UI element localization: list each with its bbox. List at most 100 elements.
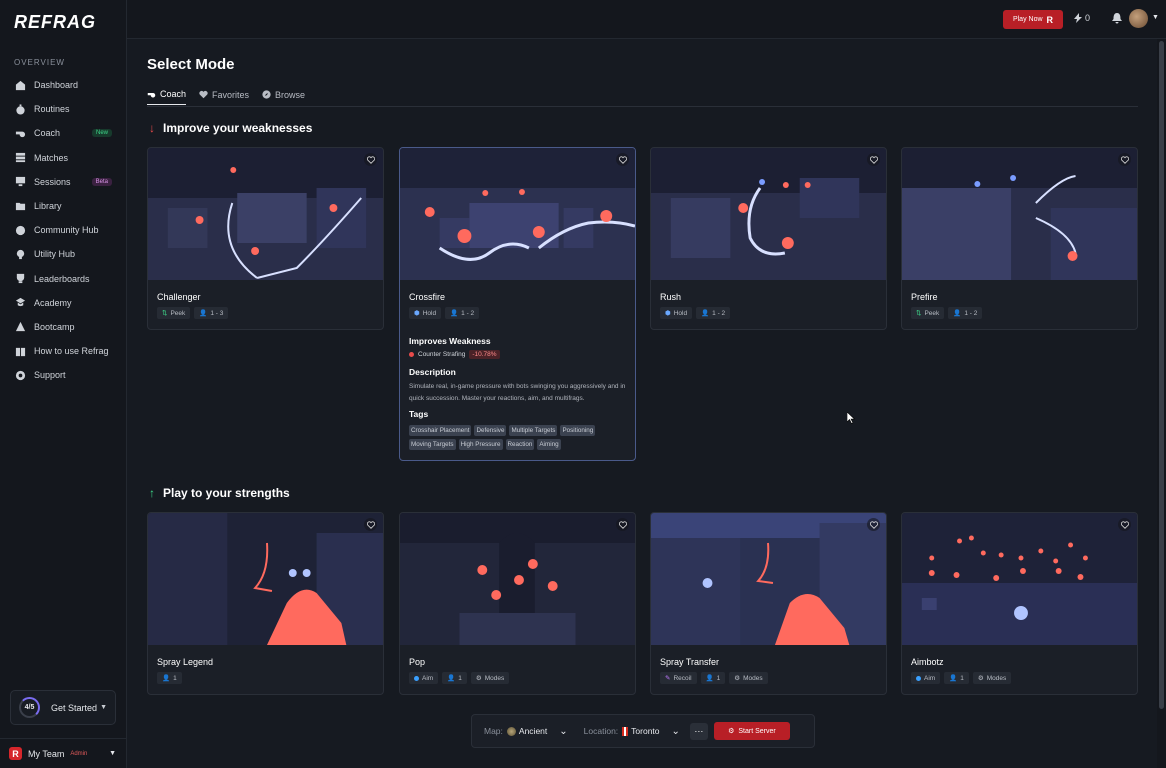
- scrollbar-thumb[interactable]: [1159, 41, 1164, 709]
- favorite-heart-icon[interactable]: [1118, 518, 1131, 531]
- sidebar-item-support[interactable]: Support: [0, 363, 126, 387]
- tab-coach[interactable]: Coach: [147, 89, 187, 105]
- main-content: Select Mode Coach Favorites Browse ↓ Imp…: [127, 39, 1157, 768]
- sidebar-item-label: Routines: [34, 104, 70, 115]
- tag[interactable]: Aiming: [537, 439, 561, 450]
- mode-card-spray-transfer[interactable]: Spray Transfer ✎ Recoil 👤 1 ⚙ Modes: [650, 512, 887, 695]
- chevron-down-icon[interactable]: ▼: [1152, 14, 1159, 21]
- sidebar-item-leaderboards[interactable]: Leaderboards: [0, 267, 126, 291]
- mode-chips: ✎ Recoil 👤 1 ⚙ Modes: [660, 672, 768, 684]
- bell-icon[interactable]: [1112, 13, 1122, 27]
- refrag-logo[interactable]: REFRAG: [14, 12, 96, 33]
- tag-list: Crosshair Placement Defensive Multiple T…: [409, 425, 624, 450]
- tag[interactable]: Moving Targets: [409, 439, 456, 450]
- start-server-button[interactable]: ⚙ Start Server: [713, 722, 790, 740]
- person-icon: 👤: [953, 310, 962, 317]
- chip-label: Hold: [673, 309, 688, 317]
- tag[interactable]: Crosshair Placement: [409, 425, 472, 436]
- chip-label: Peek: [924, 309, 940, 317]
- mode-chips: 👤 1: [157, 672, 182, 684]
- chip-players: 👤 1: [442, 672, 467, 684]
- chip-label: Peek: [170, 309, 186, 317]
- sidebar-item-utility-hub[interactable]: Utility Hub: [0, 242, 126, 266]
- tab-label: Favorites: [212, 89, 250, 100]
- sidebar-item-sessions[interactable]: Sessions Beta: [0, 170, 126, 194]
- tag[interactable]: Reaction: [505, 439, 535, 450]
- page-scrollbar[interactable]: [1157, 39, 1166, 768]
- sidebar-item-label: Matches: [34, 152, 69, 163]
- location-select[interactable]: Toronto: [622, 726, 660, 736]
- compass-icon: [262, 90, 271, 99]
- favorite-heart-icon[interactable]: [1118, 153, 1131, 166]
- book-icon: [15, 346, 26, 357]
- favorite-heart-icon[interactable]: [616, 518, 629, 531]
- mode-card-prefire[interactable]: Prefire ⇅ Peek 👤 1 - 2: [901, 147, 1138, 330]
- map-select[interactable]: Ancient: [506, 726, 547, 736]
- sidebar-item-label: How to use Refrag: [34, 346, 109, 357]
- mode-title: Rush: [660, 292, 682, 302]
- favorite-heart-icon[interactable]: [867, 153, 880, 166]
- sidebar-item-library[interactable]: Library: [0, 194, 126, 218]
- sidebar-item-coach[interactable]: Coach New: [0, 121, 126, 145]
- person-icon: 👤: [447, 675, 456, 682]
- tag[interactable]: Positioning: [560, 425, 596, 436]
- sidebar-item-label: Sessions: [34, 176, 71, 187]
- sidebar-item-matches[interactable]: Matches: [0, 146, 126, 170]
- map-label: Map:: [484, 726, 503, 736]
- chip-players: 👤 1 - 3: [194, 307, 229, 319]
- mode-thumbnail: [148, 513, 383, 645]
- sidebar-item-community-hub[interactable]: Community Hub: [0, 218, 126, 242]
- section-title: Play to your strengths: [163, 486, 290, 500]
- get-started-dropdown[interactable]: 4/5 Get Started ▼: [10, 690, 116, 725]
- mode-thumbnail: [400, 513, 635, 645]
- gear-icon: ⚙: [734, 675, 741, 682]
- aim-icon: [916, 675, 921, 681]
- mode-thumbnail: [148, 148, 383, 280]
- sidebar-item-how-to-use[interactable]: How to use Refrag: [0, 339, 126, 363]
- heart-icon: [199, 90, 208, 99]
- more-options-button[interactable]: ···: [689, 722, 708, 740]
- favorite-heart-icon[interactable]: [364, 518, 377, 531]
- favorite-heart-icon[interactable]: [616, 153, 629, 166]
- user-avatar[interactable]: [1129, 9, 1148, 28]
- chevron-down-icon[interactable]: ⌄: [672, 726, 680, 737]
- tab-favorites[interactable]: Favorites: [199, 89, 249, 105]
- tag[interactable]: High Pressure: [458, 439, 503, 450]
- chip-modes: ⚙ Modes: [972, 672, 1012, 684]
- whistle-icon: [15, 128, 26, 139]
- tags-section: Tags Crosshair Placement Defensive Multi…: [409, 409, 629, 450]
- sidebar-item-label: Utility Hub: [34, 249, 76, 260]
- mode-title: Crossfire: [409, 292, 446, 302]
- mode-card-pop[interactable]: Pop Aim 👤 1 ⚙ Modes: [399, 512, 636, 695]
- favorite-heart-icon[interactable]: [867, 518, 880, 531]
- mode-card-crossfire[interactable]: Crossfire ⬢ Hold 👤 1 - 2 Improves Weakness…: [399, 147, 636, 461]
- map-icon: [506, 726, 516, 736]
- chevron-down-icon[interactable]: ⌄: [559, 726, 567, 737]
- sidebar-item-dashboard[interactable]: Dashboard: [0, 73, 126, 97]
- play-now-button[interactable]: Play Now R: [1003, 10, 1063, 29]
- sidebar-item-routines[interactable]: Routines: [0, 97, 126, 121]
- peek-icon: ⇅: [916, 310, 922, 317]
- description-text: Simulate real, in-game pressure with bot…: [409, 383, 626, 402]
- mode-card-rush[interactable]: Rush ⬢ Hold 👤 1 - 2: [650, 147, 887, 330]
- chip-label: Modes: [743, 674, 763, 682]
- mode-chips: ⬢ Hold 👤 1 - 2: [660, 307, 731, 319]
- favorite-heart-icon[interactable]: [364, 153, 377, 166]
- team-switcher[interactable]: R My Team Admin ▼: [0, 738, 126, 768]
- person-icon: 👤: [949, 675, 958, 682]
- bulb-icon: [15, 249, 26, 260]
- tag[interactable]: Defensive: [474, 425, 507, 436]
- energy-counter[interactable]: 0: [1074, 13, 1090, 23]
- canada-flag-icon: [622, 726, 629, 736]
- sidebar: REFRAG OVERVIEW Dashboard Routines Coach…: [0, 0, 127, 768]
- tag[interactable]: Multiple Targets: [509, 425, 558, 436]
- mode-card-challenger[interactable]: Challenger ⇅ Peek 👤 1 - 3: [147, 147, 384, 330]
- mode-chips: ⇅ Peek 👤 1 - 2: [911, 307, 983, 319]
- mode-card-spray-legend[interactable]: Spray Legend 👤 1: [147, 512, 384, 695]
- mode-card-aimbotz[interactable]: Aimbotz Aim 👤 1 ⚙ Modes: [901, 512, 1138, 695]
- sidebar-item-academy[interactable]: Academy: [0, 291, 126, 315]
- sidebar-item-bootcamp[interactable]: Bootcamp: [0, 315, 126, 339]
- chip-aim: Aim: [911, 672, 941, 684]
- section-title: Improve your weaknesses: [163, 121, 313, 135]
- tab-browse[interactable]: Browse: [262, 89, 305, 105]
